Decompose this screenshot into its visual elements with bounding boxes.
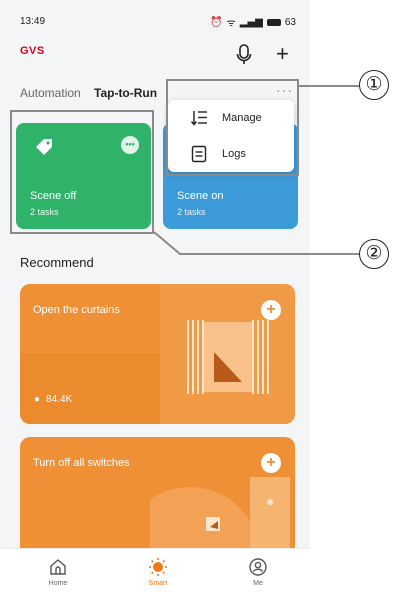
- annotation-marker-1: ①: [359, 70, 389, 100]
- nav-label: Smart: [148, 580, 168, 587]
- recommend-card-title: Turn off all switches: [33, 457, 130, 469]
- nav-home[interactable]: Home: [28, 557, 88, 587]
- annotation-highlight-scene: [10, 110, 154, 234]
- fire-icon: ●: [34, 394, 41, 405]
- nav-label: Me: [253, 580, 263, 587]
- like-count: ● 84.4K: [34, 394, 72, 405]
- status-bar: 13:49 ⏰ ᯤ ▂▄▆ 63: [0, 0, 310, 30]
- battery-icon: [266, 18, 281, 26]
- wifi-icon: ᯤ: [226, 18, 236, 29]
- recommend-heading: Recommend: [20, 255, 94, 270]
- annotation-highlight-menu: [166, 79, 299, 176]
- bottom-navigation: Home Smart Me: [0, 548, 310, 600]
- profile-icon: [249, 558, 267, 576]
- recommend-card-title: Open the curtains: [33, 304, 120, 316]
- scene-tasks: 2 tasks: [177, 207, 206, 217]
- add-icon[interactable]: +: [276, 43, 289, 65]
- status-time: 13:49: [20, 16, 46, 27]
- alarm-icon: ⏰: [210, 16, 223, 28]
- like-count-value: 84.4K: [46, 394, 73, 405]
- scene-title: Scene on: [177, 190, 224, 202]
- curtain-illustration: [187, 320, 269, 394]
- app-logo: GVS: [20, 45, 45, 57]
- annotation-marker-2: ②: [359, 239, 389, 269]
- recommend-card-switches[interactable]: Turn off all switches +: [20, 437, 295, 557]
- nav-me[interactable]: Me: [228, 557, 288, 587]
- tab-tap-to-run[interactable]: Tap-to-Run: [94, 86, 157, 100]
- microphone-icon[interactable]: [236, 44, 252, 66]
- nav-smart[interactable]: Smart: [128, 557, 188, 587]
- battery-level: 63: [284, 16, 296, 28]
- nav-label: Home: [48, 580, 68, 587]
- recommend-card-curtains[interactable]: Open the curtains + ● 84.4K: [20, 284, 295, 424]
- tab-automation[interactable]: Automation: [20, 86, 81, 100]
- app-header: GVS +: [0, 36, 310, 72]
- add-scene-icon[interactable]: +: [261, 453, 281, 473]
- card-pattern: [20, 354, 160, 424]
- add-scene-icon[interactable]: +: [261, 300, 281, 320]
- status-icons: ⏰ ᯤ ▂▄▆ 63: [210, 15, 296, 30]
- home-icon: [50, 559, 66, 575]
- smart-sun-icon: [149, 558, 167, 576]
- signal-icon: ▂▄▆: [239, 16, 263, 28]
